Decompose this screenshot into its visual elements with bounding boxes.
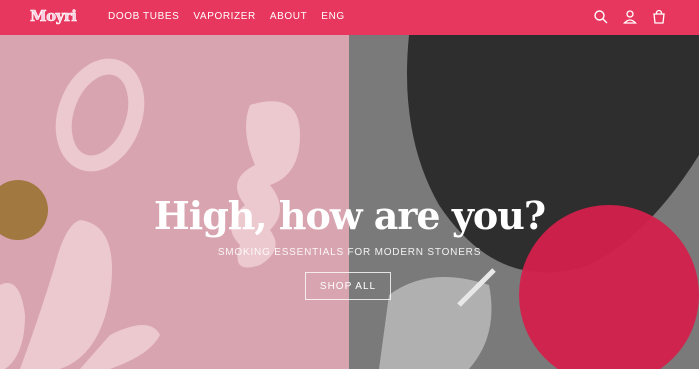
site-header: Moyri DOOB TUBES VAPORIZER ABOUT ENG (0, 0, 699, 35)
cart-icon[interactable] (651, 9, 667, 25)
hero-title: High, how are you? (153, 193, 546, 238)
hero-subtitle: SMOKING ESSENTIALS FOR MODERN STONERS (217, 247, 482, 258)
nav-link-vaporizer[interactable]: VAPORIZER (193, 11, 255, 22)
brand-logo[interactable]: Moyri (30, 7, 78, 26)
nav-link-language[interactable]: ENG (321, 11, 344, 22)
main-nav: DOOB TUBES VAPORIZER ABOUT ENG (108, 11, 345, 22)
account-icon[interactable] (622, 9, 638, 25)
nav-link-doob-tubes[interactable]: DOOB TUBES (108, 11, 179, 22)
nav-link-about[interactable]: ABOUT (270, 11, 307, 22)
header-icons (593, 9, 667, 25)
shop-all-button[interactable]: SHOP ALL (305, 272, 391, 300)
hero-banner: High, how are you? SMOKING ESSENTIALS FO… (0, 35, 699, 369)
search-icon[interactable] (593, 9, 609, 25)
